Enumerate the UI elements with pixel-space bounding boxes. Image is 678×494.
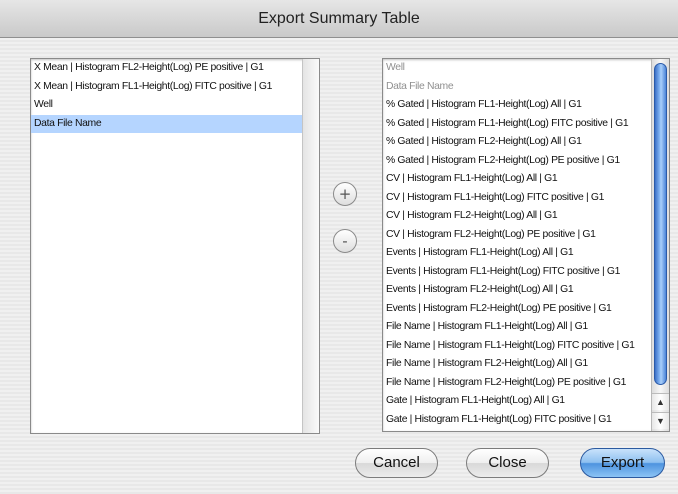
add-column-button[interactable]: + (333, 182, 357, 206)
list-item[interactable]: Events | Histogram FL2-Height(Log) PE po… (383, 300, 651, 319)
list-item[interactable]: Well (383, 59, 651, 78)
available-columns-rows: X Mean | Histogram FL2-Height(Log) PE po… (31, 59, 303, 433)
export-columns-list[interactable]: Well Data File Name% Gated | Histogram FL… (382, 58, 670, 432)
list-item[interactable]: % Gated | Histogram FL1-Height(Log) FITC… (383, 115, 651, 134)
list-item[interactable]: File Name | Histogram FL2-Height(Log) PE… (383, 374, 651, 393)
scrollbar-thumb[interactable] (654, 63, 667, 385)
list-item[interactable]: X Mean | Histogram FL1-Height(Log) FITC … (31, 78, 303, 97)
list-item[interactable]: % Gated | Histogram FL2-Height(Log) All … (383, 133, 651, 152)
window-title: Export Summary Table (0, 0, 678, 38)
remove-column-button[interactable]: - (333, 229, 357, 253)
list-item[interactable]: Events | Histogram FL1-Height(Log) FITC … (383, 263, 651, 282)
export-button[interactable]: Export (580, 448, 665, 478)
list-item[interactable]: Gate | Histogram FL1-Height(Log) All | G… (383, 392, 651, 411)
list-item[interactable]: % Gated | Histogram FL2-Height(Log) PE p… (383, 152, 651, 171)
right-list-scrollbar[interactable]: ▲ ▼ (651, 59, 669, 431)
list-item[interactable]: Gate | Histogram FL1-Height(Log) FITC po… (383, 411, 651, 430)
left-list-scrollbar[interactable] (302, 59, 319, 433)
list-item[interactable]: X Mean | Histogram FL2-Height(Log) PE po… (31, 59, 303, 78)
list-item[interactable]: File Name | Histogram FL1-Height(Log) FI… (383, 337, 651, 356)
list-item[interactable]: CV | Histogram FL1-Height(Log) FITC posi… (383, 189, 651, 208)
cancel-button[interactable]: Cancel (355, 448, 438, 478)
export-columns-rows: Well Data File Name% Gated | Histogram FL… (383, 59, 651, 431)
list-item[interactable]: CV | Histogram FL1-Height(Log) All | G1 (383, 170, 651, 189)
close-button[interactable]: Close (466, 448, 549, 478)
list-item[interactable]: File Name | Histogram FL2-Height(Log) Al… (383, 355, 651, 374)
list-item[interactable]: CV | Histogram FL2-Height(Log) PE positi… (383, 226, 651, 245)
arrow-down-icon[interactable]: ▼ (652, 412, 669, 429)
list-item[interactable]: Events | Histogram FL2-Height(Log) All |… (383, 281, 651, 300)
list-item[interactable]: % Gated | Histogram FL1-Height(Log) All … (383, 96, 651, 115)
plus-icon: + (338, 185, 352, 203)
list-item[interactable]: Data File Name (31, 114, 303, 133)
list-item[interactable]: File Name | Histogram FL1-Height(Log) Al… (383, 318, 651, 337)
minus-icon: - (342, 232, 348, 250)
list-item[interactable]: CV | Histogram FL2-Height(Log) All | G1 (383, 207, 651, 226)
list-item[interactable]: Data File Name (383, 78, 651, 97)
list-item[interactable]: Well (31, 96, 303, 115)
available-columns-list[interactable]: X Mean | Histogram FL2-Height(Log) PE po… (30, 58, 320, 434)
list-item[interactable]: Events | Histogram FL1-Height(Log) All |… (383, 244, 651, 263)
arrow-up-icon[interactable]: ▲ (652, 393, 669, 410)
